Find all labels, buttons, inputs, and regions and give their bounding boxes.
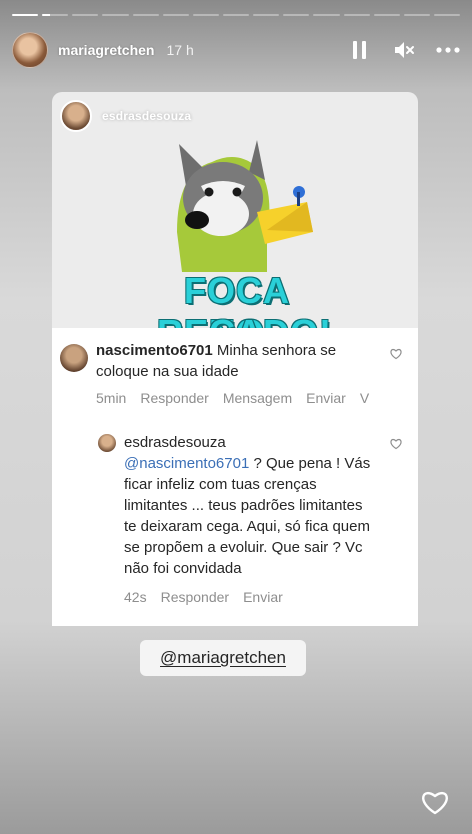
reply-text: ? Que pena ! Vás ficar infeliz com tuas …	[124, 455, 371, 577]
pause-icon	[353, 41, 366, 59]
progress-segment	[222, 14, 250, 16]
heart-outline-icon[interactable]	[390, 348, 402, 360]
progress-segment	[72, 14, 99, 16]
progress-segment	[373, 14, 400, 16]
post-author-avatar	[60, 100, 92, 132]
message-button[interactable]: Mensagem	[223, 390, 292, 406]
comment-first: nascimento6701 Minha senhora se coloque …	[60, 340, 410, 406]
comments-screenshot: nascimento6701 Minha senhora se coloque …	[52, 328, 418, 626]
progress-segment	[192, 14, 219, 16]
post-author[interactable]: esdrasdesouza	[60, 100, 191, 132]
reply-send-button[interactable]: Enviar	[243, 589, 283, 605]
reply-actions: 42s Responder Enviar	[124, 589, 410, 605]
send-button[interactable]: Enviar	[306, 390, 346, 406]
progress-segment	[42, 14, 69, 16]
progress-segment	[343, 14, 370, 16]
shared-post[interactable]: esdrasdesouza FOCA NO RECADO!	[52, 92, 418, 328]
heart-outline-icon[interactable]	[390, 438, 402, 450]
progress-segment	[253, 14, 280, 16]
reply-age: 42s	[124, 589, 147, 605]
reply-username[interactable]: esdrasdesouza	[124, 432, 374, 453]
like-heart-icon[interactable]	[420, 788, 450, 816]
reply-respond-button[interactable]: Responder	[161, 589, 230, 605]
commenter-avatar[interactable]	[60, 344, 88, 372]
comment-age: 5min	[96, 390, 127, 406]
progress-segment	[433, 14, 461, 16]
story-username[interactable]: mariagretchen	[58, 42, 154, 58]
post-author-name: esdrasdesouza	[102, 109, 192, 123]
reply-avatar[interactable]	[98, 434, 116, 452]
foca-no-recado-sticker: FOCA NO RECADO!	[157, 132, 331, 328]
more-icon	[436, 47, 460, 53]
progress-segment	[313, 14, 340, 16]
comment-reply: esdrasdesouza @nascimento6701 ? Que pena…	[98, 432, 410, 605]
comment-actions: 5min Responder Mensagem Enviar V	[96, 390, 410, 406]
progress-segment	[162, 14, 189, 16]
mention-sticker[interactable]: @mariagretchen	[140, 640, 306, 676]
husky-dog-sticker-image	[177, 140, 313, 272]
story-time: 17 h	[166, 42, 194, 58]
speaker-muted-icon	[395, 42, 414, 58]
more-options-button[interactable]	[436, 38, 460, 62]
reply-button[interactable]: Responder	[140, 390, 209, 406]
story-progress	[12, 14, 461, 16]
progress-segment	[403, 14, 430, 16]
progress-segment	[12, 14, 39, 16]
progress-segment	[132, 14, 159, 16]
sticker-text-line2: RECADO!	[157, 312, 331, 328]
avatar[interactable]	[12, 32, 48, 68]
story-header: mariagretchen 17 h	[12, 30, 460, 70]
mute-button[interactable]	[392, 38, 416, 62]
progress-segment	[283, 14, 310, 16]
comment-username[interactable]: nascimento6701	[96, 342, 213, 359]
reply-mention[interactable]: @nascimento6701	[124, 455, 249, 472]
progress-segment	[102, 14, 129, 16]
more-button[interactable]: V	[360, 390, 369, 406]
pause-button[interactable]	[348, 38, 372, 62]
mention-sticker-text: @mariagretchen	[160, 648, 286, 667]
